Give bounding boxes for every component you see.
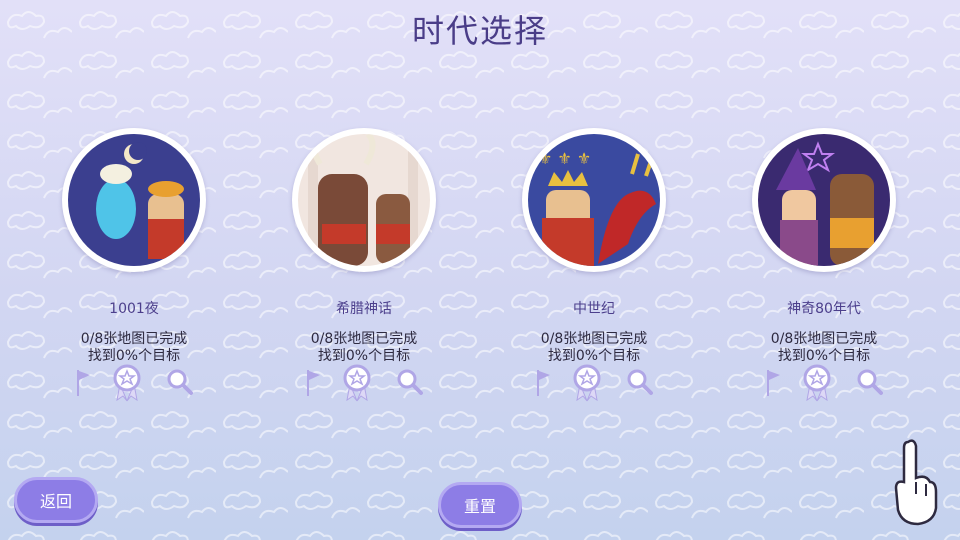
award-ribbon-icon bbox=[573, 364, 601, 402]
magnifier-icon bbox=[167, 369, 193, 395]
era-portrait[interactable]: ⚜ ⚜ ⚜ bbox=[522, 128, 666, 272]
award-ribbon-icon bbox=[113, 364, 141, 402]
back-button[interactable]: 返回 bbox=[14, 477, 98, 523]
era-portrait[interactable] bbox=[292, 128, 436, 272]
targets-found-text: 找到0%个目标 bbox=[87, 348, 181, 364]
era-name: 中世纪 bbox=[573, 301, 615, 317]
witch-werewolf-portrait-image bbox=[758, 134, 890, 266]
targets-found-text: 找到0%个目标 bbox=[547, 348, 641, 364]
flag-icon bbox=[537, 370, 550, 396]
award-ribbon-icon bbox=[803, 364, 831, 402]
reset-button[interactable]: 重置 bbox=[438, 482, 522, 528]
era-name: 神奇80年代 bbox=[787, 301, 861, 317]
pointing-hand-icon[interactable] bbox=[890, 438, 940, 528]
svg-text:⚜ ⚜ ⚜: ⚜ ⚜ ⚜ bbox=[538, 149, 591, 168]
era-name: 希腊神话 bbox=[336, 301, 392, 317]
era-name: 1001夜 bbox=[109, 301, 159, 317]
genie-portrait-image bbox=[68, 134, 200, 266]
targets-found-text: 找到0%个目标 bbox=[777, 348, 871, 364]
minotaur-portrait-image bbox=[298, 134, 430, 266]
era-portrait[interactable] bbox=[62, 128, 206, 272]
flag-icon bbox=[767, 370, 780, 396]
era-portrait[interactable] bbox=[752, 128, 896, 272]
targets-found-text: 找到0%个目标 bbox=[317, 348, 411, 364]
flag-icon bbox=[77, 370, 90, 396]
magnifier-icon bbox=[627, 369, 653, 395]
page-title: 时代选择 bbox=[411, 12, 548, 50]
flag-icon bbox=[307, 370, 320, 396]
award-ribbon-icon bbox=[343, 364, 371, 402]
king-dragon-portrait-image: ⚜ ⚜ ⚜ bbox=[528, 134, 660, 266]
magnifier-icon bbox=[857, 369, 883, 395]
magnifier-icon bbox=[397, 369, 423, 395]
